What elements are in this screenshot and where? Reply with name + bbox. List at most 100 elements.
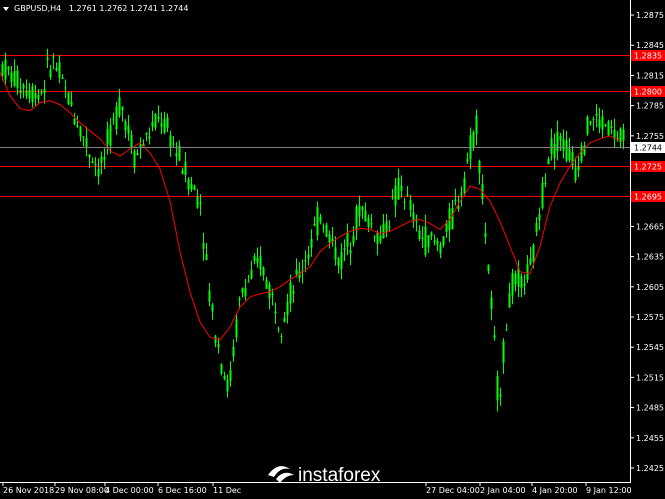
candle-body	[409, 200, 412, 210]
candle-body	[238, 298, 241, 301]
candle-body	[319, 216, 322, 222]
candle-body	[94, 163, 97, 166]
candle-body	[73, 118, 76, 125]
candle-body	[508, 293, 511, 308]
price-tick-label: 1.2575	[636, 313, 664, 322]
candle-body	[283, 317, 286, 322]
candle-body	[343, 248, 346, 251]
candle-body	[427, 235, 430, 248]
candle-body	[121, 106, 124, 111]
candle-body	[577, 166, 580, 170]
candle-body	[382, 223, 385, 238]
candle-body	[82, 136, 85, 138]
candle-body	[280, 336, 283, 338]
candle-body	[277, 328, 280, 330]
candle-body	[463, 178, 466, 194]
candle-body	[265, 279, 268, 289]
candle-body	[565, 140, 568, 161]
candle-body	[130, 134, 133, 149]
candle-body	[373, 237, 376, 239]
candle-body	[79, 126, 82, 137]
candle-body	[337, 258, 340, 266]
candle-body	[34, 92, 37, 99]
candle-body	[169, 135, 172, 147]
candle-body	[175, 153, 178, 157]
candle-body	[559, 136, 562, 141]
candle-body	[607, 121, 610, 136]
candle-body	[286, 302, 289, 316]
candle-body	[229, 370, 232, 382]
candle-body	[316, 207, 319, 236]
candle-body	[208, 290, 211, 302]
price-tick-label: 1.2875	[636, 11, 664, 20]
candle-body	[214, 336, 217, 344]
candle-body	[310, 238, 313, 248]
candle-body	[547, 158, 550, 165]
candle-body	[424, 226, 427, 255]
candle-body	[85, 137, 88, 148]
candle-body	[136, 153, 139, 156]
candle-body	[433, 240, 436, 242]
candle-body	[16, 70, 19, 89]
candle-body	[37, 95, 40, 100]
candle-body	[124, 121, 127, 131]
time-tick-label: 9 Jan 12:00	[586, 486, 632, 495]
candle-body	[244, 287, 247, 297]
candle-body	[211, 304, 214, 312]
candle-body	[7, 67, 10, 70]
candle-body	[184, 161, 187, 175]
candle-body	[43, 89, 46, 94]
candle-body	[271, 293, 274, 296]
candle-body	[160, 123, 163, 127]
candle-body	[127, 125, 130, 134]
current-price-label: 1.2744	[634, 144, 662, 153]
candle-body	[289, 282, 292, 304]
candle-body	[31, 85, 34, 102]
candle-body	[439, 244, 442, 254]
candle-body	[190, 183, 193, 190]
candle-body	[217, 344, 220, 348]
candle-body	[115, 106, 118, 130]
candle-body	[70, 101, 73, 106]
candle-body	[334, 247, 337, 260]
candle-body	[250, 270, 253, 279]
candle	[67, 91, 70, 106]
candle	[607, 119, 610, 137]
candle-body	[340, 251, 343, 269]
candle-body	[364, 210, 367, 222]
candle-body	[274, 311, 277, 314]
time-tick-label: 4 Dec 00:00	[105, 486, 154, 495]
level-tag-label: 1.2695	[634, 193, 662, 202]
candle-body	[64, 87, 67, 89]
candle-body	[151, 122, 154, 127]
ohlc-readout: 1.2761 1.2762 1.2741 1.2744	[69, 4, 189, 13]
candle-body	[535, 222, 538, 232]
candle-body	[520, 276, 523, 288]
price-chart[interactable]: 1.2875 1.2845 1.2815 1.2785 1.2755 1.2725 1.26…	[0, 0, 665, 499]
candle-body	[40, 92, 43, 94]
price-tick-label: 1.2485	[636, 404, 664, 413]
svg-text:GBPUSD,H4 1.2761 1.276: GBPUSD,H4 1.2761 1.2762 1.2741 1.2744	[14, 4, 188, 13]
candle-body	[604, 124, 607, 126]
price-tick-label: 1.2665	[636, 222, 664, 231]
candle-body	[220, 364, 223, 374]
candle-body	[361, 206, 364, 211]
candle-body	[397, 177, 400, 200]
symbol-label: GBPUSD,H4	[14, 4, 61, 13]
level-tag-label: 1.2800	[634, 88, 662, 97]
candle-body	[145, 132, 148, 135]
candle-body	[4, 59, 7, 80]
candle-body	[523, 283, 526, 286]
candle-body	[385, 221, 388, 233]
price-tick-label: 1.2785	[636, 102, 664, 111]
candle-body	[133, 150, 136, 168]
candle-body	[451, 208, 454, 229]
candle-body	[172, 143, 175, 145]
candle-body	[304, 260, 307, 262]
time-tick-label: 29 Nov 08:00	[55, 486, 109, 495]
candle-body	[514, 273, 517, 285]
candle-body	[49, 69, 52, 78]
candle-body	[496, 376, 499, 401]
candle-body	[403, 201, 406, 203]
watermark-text: instaforex	[298, 465, 381, 486]
